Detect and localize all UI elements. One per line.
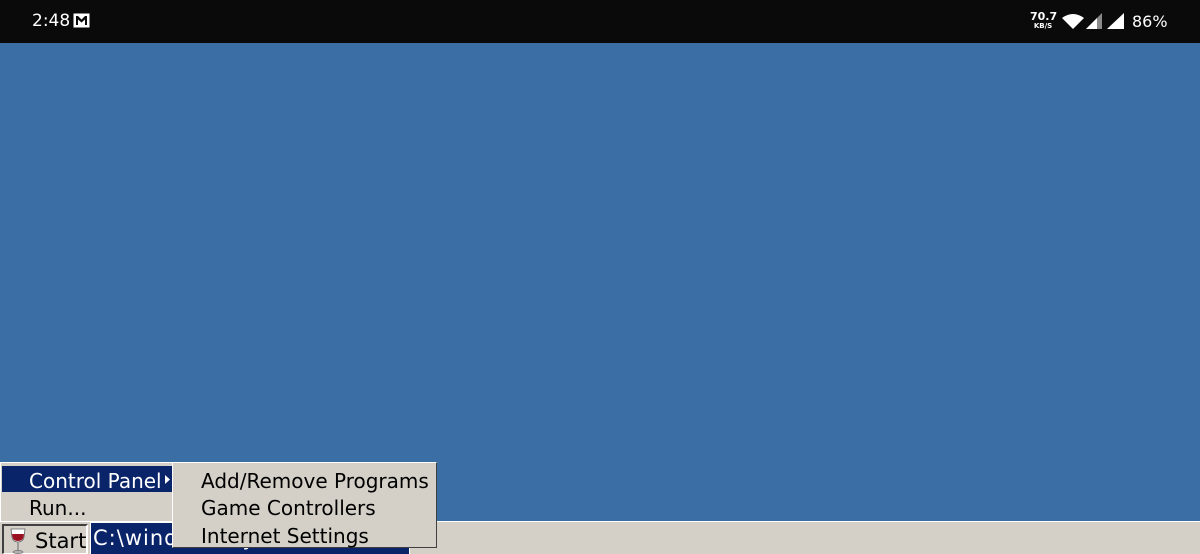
gmail-icon — [73, 13, 90, 28]
network-speed: 70.7 KB/S — [1030, 10, 1058, 30]
menu-item-control-panel[interactable]: Control Panel — [2, 466, 172, 493]
menu-item-run[interactable]: Run... — [2, 493, 172, 520]
start-button[interactable]: Start — [2, 524, 88, 554]
signal-icon — [1107, 13, 1124, 29]
control-panel-submenu: Add/Remove Programs Game Controllers Int… — [172, 462, 437, 548]
battery-level: 86% — [1132, 12, 1168, 31]
screen: 2:48 70.7 KB/S 86% Control Panel Run... … — [0, 0, 1200, 554]
submenu-item-label: Internet Settings — [201, 524, 369, 548]
submenu-item-label: Add/Remove Programs — [201, 469, 429, 493]
start-menu: Control Panel Run... — [0, 462, 173, 521]
wine-glass-icon — [10, 528, 26, 554]
network-speed-unit: KB/S — [1033, 22, 1053, 30]
submenu-arrow-icon — [165, 475, 170, 484]
submenu-item-label: Game Controllers — [201, 496, 376, 520]
status-time: 2:48 — [32, 11, 71, 31]
menu-item-label: Control Panel — [29, 469, 162, 493]
start-label: Start — [35, 529, 87, 553]
desktop[interactable] — [0, 43, 1200, 521]
submenu-item-internet-settings[interactable]: Internet Settings — [175, 521, 434, 548]
network-speed-value: 70.7 — [1030, 10, 1058, 23]
wifi-icon — [1062, 14, 1084, 29]
submenu-item-add-remove-programs[interactable]: Add/Remove Programs — [175, 466, 434, 493]
signal-icon — [1086, 13, 1102, 29]
status-bar: 2:48 70.7 KB/S 86% — [0, 0, 1200, 43]
menu-item-label: Run... — [29, 496, 87, 520]
submenu-item-game-controllers[interactable]: Game Controllers — [175, 493, 434, 520]
